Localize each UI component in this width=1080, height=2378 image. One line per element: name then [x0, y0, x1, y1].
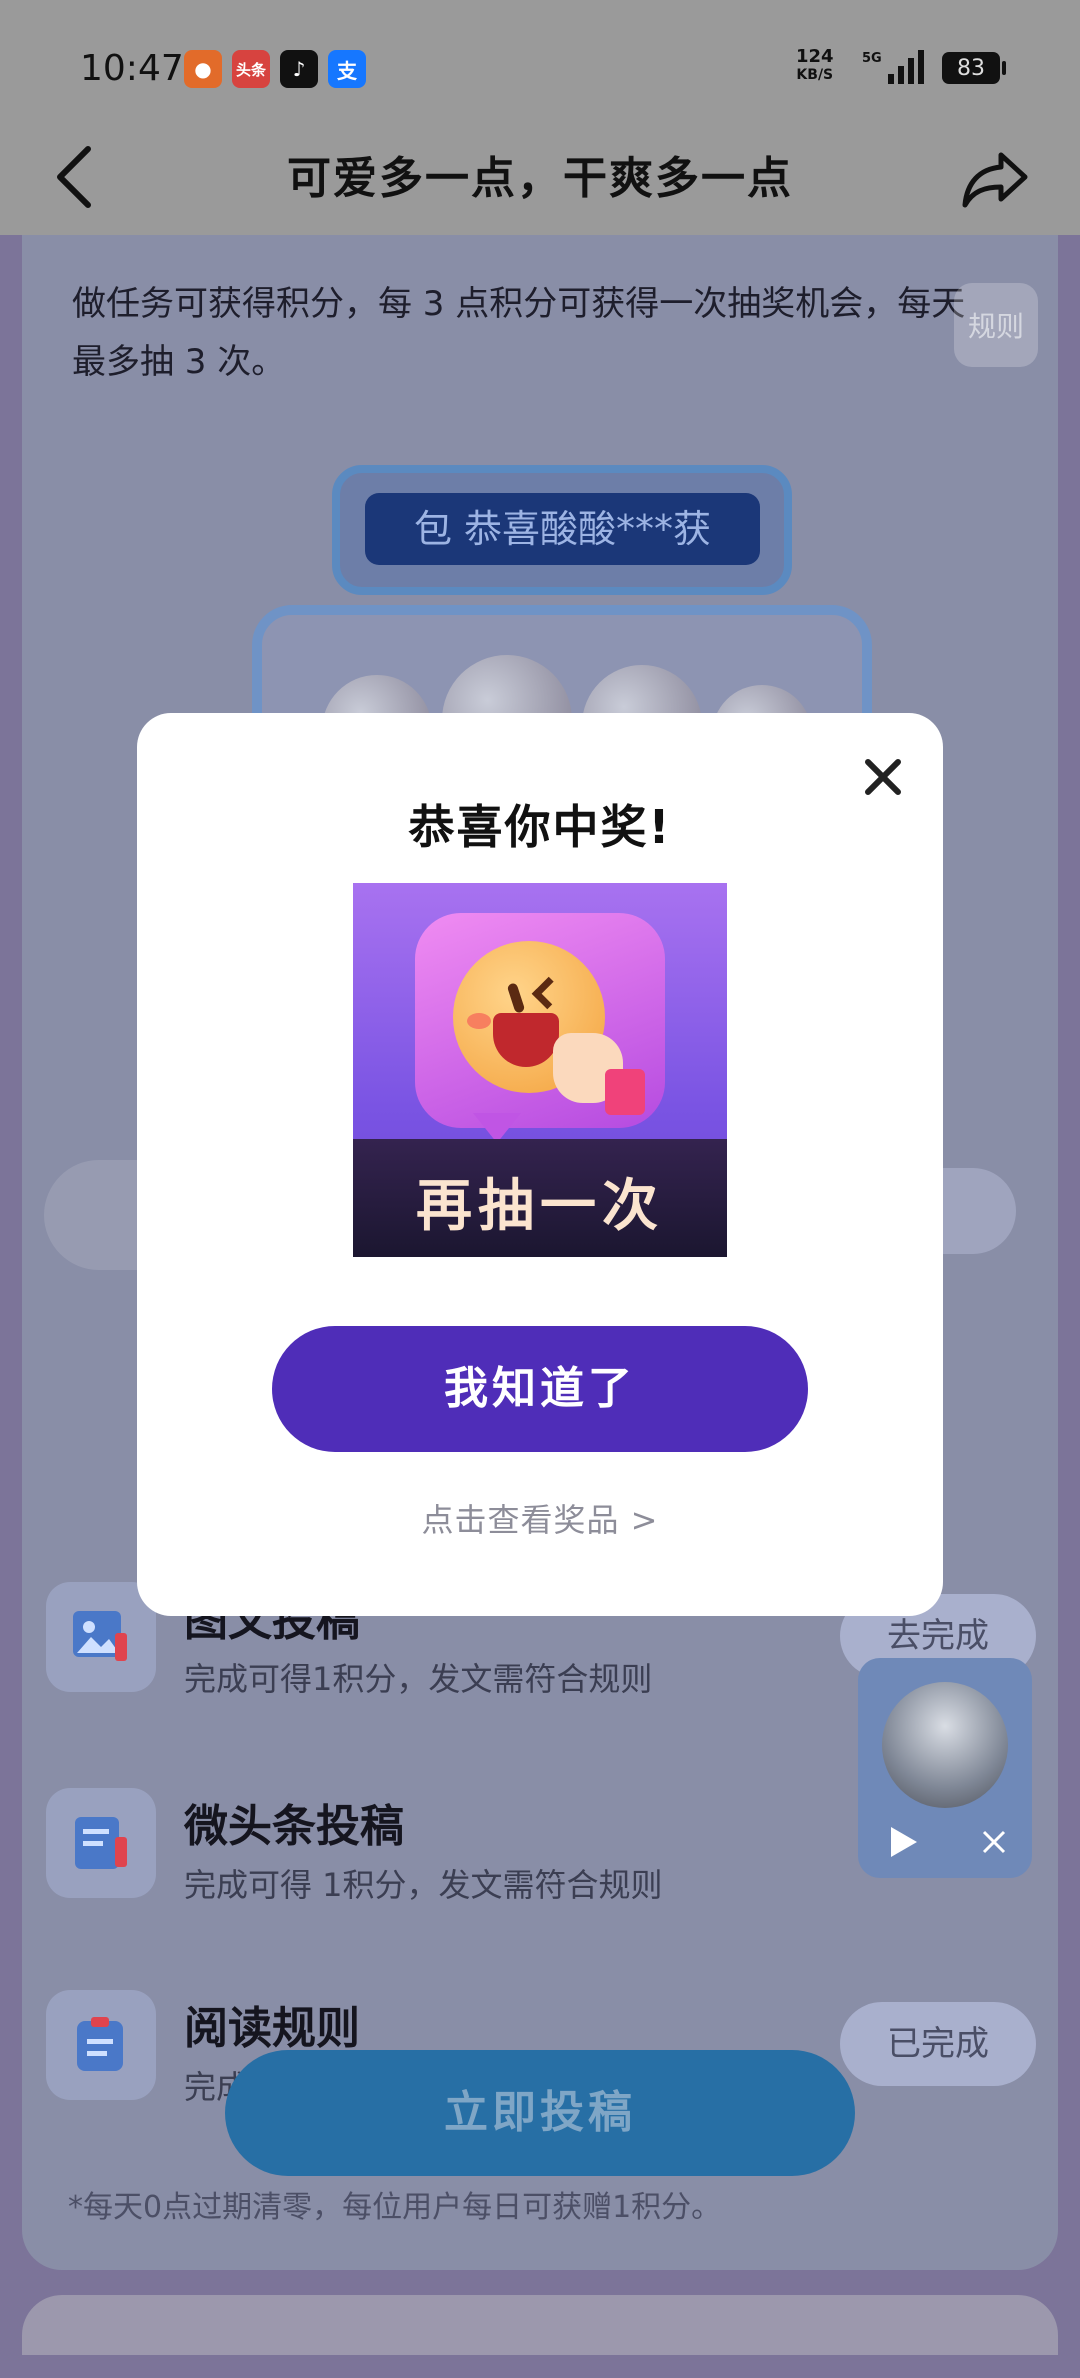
micro-post-icon: [46, 1788, 156, 1898]
douyin-icon: ♪: [280, 50, 318, 88]
status-time: 10:47: [80, 48, 184, 89]
read-rules-icon: [46, 1990, 156, 2100]
close-video-button[interactable]: [974, 1822, 1014, 1862]
machine-top: 包 恭喜酸酸***获: [332, 465, 792, 595]
view-prize-link[interactable]: 点击查看奖品 >: [137, 1495, 943, 1541]
task-title: 微头条投稿: [184, 1801, 404, 1852]
prize-image[interactable]: 再抽一次: [353, 883, 727, 1257]
close-icon: [982, 1830, 1006, 1854]
task-desc: 完成可得1积分，发文需符合规则: [184, 1660, 653, 1698]
prize-banner: 再抽一次: [353, 1139, 727, 1257]
alipay-icon: 支: [328, 50, 366, 88]
prize-name: 再抽一次: [416, 1174, 664, 1239]
intro-text: 做任务可获得积分，每 3 点积分可获得一次抽奖机会，每天最多抽 3 次。: [72, 284, 966, 382]
play-button[interactable]: [884, 1822, 924, 1862]
rules-button[interactable]: 规则: [954, 283, 1038, 367]
weibo-icon: ●: [184, 50, 222, 88]
footnote: *每天0点过期清零，每位用户每日可获赠1积分。: [68, 2190, 722, 2225]
task-desc: 完成可得 1积分，发文需符合规则: [184, 1866, 663, 1904]
toutiao-icon: 头条: [232, 50, 270, 88]
page-title: 可爱多一点，干爽多一点: [287, 153, 793, 204]
task-done-button[interactable]: 已完成: [840, 2002, 1036, 2086]
video-thumbnail[interactable]: [882, 1682, 1008, 1808]
status-bar: 10:47 ● 头条 ♪ 支 124 KB/S 5G 83: [0, 0, 1080, 120]
task-title: 阅读规则: [184, 2003, 360, 2054]
share-icon: [962, 152, 1028, 208]
image-post-icon: [46, 1582, 156, 1692]
dialog-title: 恭喜你中奖!: [408, 800, 672, 854]
signal-label: 5G: [862, 51, 882, 66]
floating-video-player[interactable]: [858, 1658, 1032, 1878]
winner-marquee: 包 恭喜酸酸***获: [365, 493, 760, 565]
title-bar: 可爱多一点，干爽多一点: [0, 120, 1080, 235]
got-it-button[interactable]: 我知道了: [272, 1326, 808, 1452]
net-speed: 124 KB/S: [796, 46, 834, 84]
bottom-card: [22, 2295, 1058, 2355]
signal-icon: 5G: [862, 48, 932, 95]
battery-indicator: 83: [942, 52, 1006, 84]
play-icon: [891, 1827, 917, 1857]
submit-post-button[interactable]: 立即投稿: [225, 2050, 855, 2176]
prize-dialog: 恭喜你中奖! 再抽一次 我知道了 点击查看奖品 >: [137, 713, 943, 1616]
share-button[interactable]: [956, 134, 1036, 224]
